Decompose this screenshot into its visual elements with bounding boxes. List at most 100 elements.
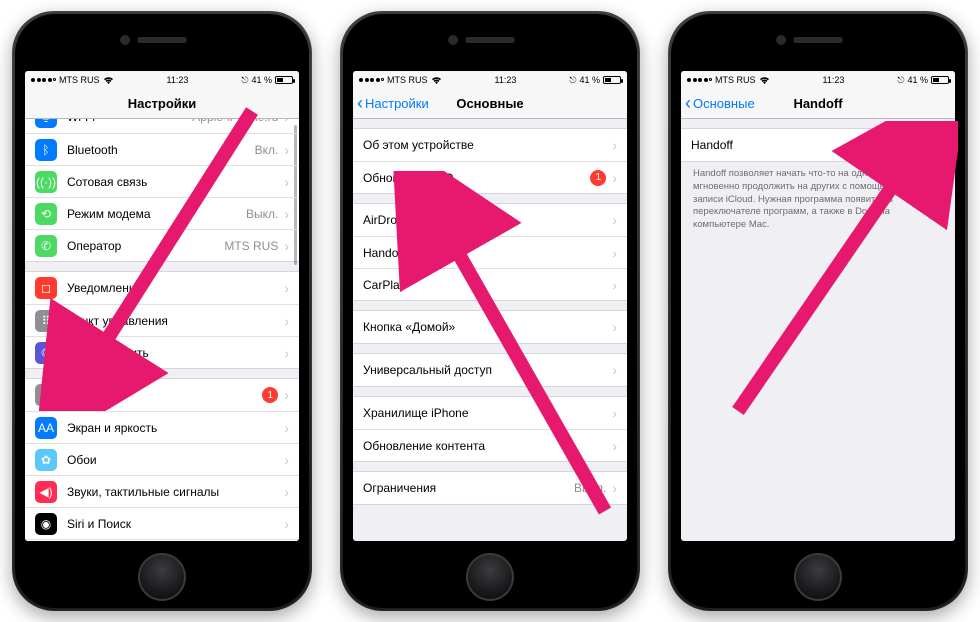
row-wi-fi[interactable]: ᯤ Wi-FiApple-iPhone.ru ›: [25, 119, 299, 133]
bell-icon: ◻︎: [35, 277, 57, 299]
row-label: CarPlay: [363, 278, 612, 292]
row-carplay[interactable]: CarPlay›: [353, 268, 627, 300]
row-звуки-тактильные-сигналы[interactable]: ◀︎)Звуки, тактильные сигналы›: [25, 475, 299, 507]
bluetooth-icon: ⎋: [241, 75, 248, 86]
page-title: Handoff: [793, 96, 842, 111]
home-button[interactable]: [138, 553, 186, 601]
row-хранилище-iphone[interactable]: Хранилище iPhone›: [353, 397, 627, 429]
row-label: Wi-Fi: [67, 119, 192, 124]
chevron-right-icon: ›: [612, 405, 617, 421]
battery-icon: [931, 76, 949, 84]
row-value: Apple-iPhone.ru: [192, 119, 278, 124]
general-list[interactable]: Об этом устройстве›Обновление ПО1› AirDr…: [353, 119, 627, 541]
row-label: Siri и Поиск: [67, 517, 284, 531]
settings-group-general: ⚙︎Основные1›AAЭкран и яркость›✿Обои›◀︎)З…: [25, 378, 299, 541]
wifi-icon: [431, 76, 442, 85]
row-ограничения[interactable]: ОграниченияВыкл. ›: [353, 472, 627, 504]
row-label: Режим модема: [67, 207, 246, 221]
antenna-icon: ((·)): [35, 171, 57, 193]
chevron-right-icon: ›: [612, 480, 617, 496]
row-label: Об этом устройстве: [363, 138, 612, 152]
carrier-label: MTS RUS: [59, 75, 100, 85]
chevron-right-icon: ›: [284, 387, 289, 403]
back-button[interactable]: ‹Основные: [685, 89, 755, 118]
chevron-right-icon: ›: [284, 206, 289, 222]
row-универсальный-доступ[interactable]: Универсальный доступ›: [353, 354, 627, 386]
row-siri-и-поиск[interactable]: ◉Siri и Поиск›: [25, 507, 299, 539]
siri-icon: ◉: [35, 513, 57, 535]
chevron-right-icon: ›: [612, 319, 617, 335]
row-label: Обои: [67, 453, 284, 467]
wifi-icon: ᯤ: [35, 119, 57, 128]
navbar: ‹Настройки Основные: [353, 89, 627, 119]
screen-general: MTS RUS 11:23 ⎋ 41 % ‹Настройки Основные…: [353, 71, 627, 541]
row-label: Основные: [67, 388, 262, 402]
row-value: Выкл.: [574, 481, 606, 495]
settings-list[interactable]: ᯤWi-FiApple-iPhone.ru›ᛒBluetoothВкл.›((·…: [25, 119, 299, 541]
home-button[interactable]: [466, 553, 514, 601]
clock-label: 11:23: [167, 75, 189, 85]
device-speaker: [793, 37, 843, 43]
chevron-right-icon: ›: [284, 280, 289, 296]
badge: 1: [590, 170, 606, 186]
row-обновление-контента[interactable]: Обновление контента›: [353, 429, 627, 461]
moon-icon: ☾: [35, 342, 57, 364]
group-airdrop: AirDrop›Handoff›CarPlay›: [353, 203, 627, 301]
status-bar: MTS RUS 11:23 ⎋ 41 %: [25, 71, 299, 89]
chevron-right-icon: ›: [284, 142, 289, 158]
device-camera: [776, 35, 786, 45]
device-camera: [120, 35, 130, 45]
badge: 1: [262, 387, 278, 403]
row-уведомления[interactable]: ◻︎Уведомления›: [25, 272, 299, 304]
battery-pct: 41 %: [907, 75, 928, 85]
row-сотовая-связь[interactable]: ((·))Сотовая связь›: [25, 165, 299, 197]
row-пункт-управления[interactable]: ⠿Пункт управления›: [25, 304, 299, 336]
group-home: Кнопка «Домой»›: [353, 310, 627, 344]
chevron-right-icon: ›: [612, 438, 617, 454]
back-label: Основные: [693, 96, 755, 111]
home-button[interactable]: [794, 553, 842, 601]
chevron-right-icon: ›: [612, 362, 617, 378]
row-label: Пункт управления: [67, 314, 284, 328]
signal-icon: [31, 78, 56, 82]
clock-label: 11:23: [823, 75, 845, 85]
row-bluetooth[interactable]: ᛒBluetoothВкл.›: [25, 133, 299, 165]
chevron-right-icon: ›: [612, 245, 617, 261]
back-label: Настройки: [365, 96, 429, 111]
row-кнопка-домой-[interactable]: Кнопка «Домой»›: [353, 311, 627, 343]
clock-label: 11:23: [495, 75, 517, 85]
bluetooth-icon: ⎋: [897, 75, 904, 86]
settings-group-connectivity: ᯤWi-FiApple-iPhone.ru›ᛒBluetoothВкл.›((·…: [25, 119, 299, 262]
row-обновление-по[interactable]: Обновление ПО1›: [353, 161, 627, 193]
row-handoff[interactable]: Handoff›: [353, 236, 627, 268]
device-speaker: [137, 37, 187, 43]
row-основные[interactable]: ⚙︎Основные1›: [25, 379, 299, 411]
group-restrictions: ОграниченияВыкл. ›: [353, 471, 627, 505]
row-value: MTS RUS: [224, 239, 278, 253]
row-режим-модема[interactable]: ⟲Режим модемаВыкл.›: [25, 197, 299, 229]
row-оператор[interactable]: ✆ОператорMTS RUS›: [25, 229, 299, 261]
row-touch-id-и-код-пароль[interactable]: ◉Touch ID и код-пароль›: [25, 539, 299, 541]
handoff-toggle[interactable]: [907, 134, 945, 156]
row-label: Обновление контента: [363, 439, 612, 453]
device-speaker: [465, 37, 515, 43]
row-экран-и-яркость[interactable]: AAЭкран и яркость›: [25, 411, 299, 443]
row-об-этом-устройстве[interactable]: Об этом устройстве›: [353, 129, 627, 161]
signal-icon: [359, 78, 384, 82]
phone-general: MTS RUS 11:23 ⎋ 41 % ‹Настройки Основные…: [340, 11, 640, 611]
back-button[interactable]: ‹Настройки: [357, 89, 429, 118]
link-icon: ⟲: [35, 203, 57, 225]
flower-icon: ✿: [35, 449, 57, 471]
row-airdrop[interactable]: AirDrop›: [353, 204, 627, 236]
row-label: Универсальный доступ: [363, 363, 612, 377]
row-handoff-toggle[interactable]: Handoff: [681, 129, 955, 161]
row-обои[interactable]: ✿Обои›: [25, 443, 299, 475]
text-icon: AA: [35, 417, 57, 439]
row-не-беспокоить[interactable]: ☾Не беспокоить›: [25, 336, 299, 368]
row-label: Ограничения: [363, 481, 574, 495]
chevron-right-icon: ›: [284, 420, 289, 436]
chevron-right-icon: ›: [284, 119, 289, 125]
page-title: Основные: [456, 96, 523, 111]
phone-handoff: MTS RUS 11:23 ⎋ 41 % ‹Основные Handoff H…: [668, 11, 968, 611]
phone-icon: ✆: [35, 235, 57, 257]
